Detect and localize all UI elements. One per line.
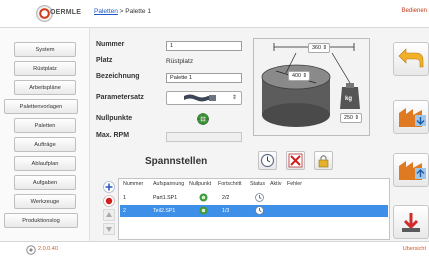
row-status-clock-icon [255,206,264,215]
sidebar-item-werkzeuge[interactable]: Werkzeuge [14,194,76,209]
weight-value: 250 [344,115,353,121]
breadcrumb-current: Palette 1 [125,8,151,15]
sidebar-item-auftraege[interactable]: Aufträge [14,137,76,152]
sidebar-item-arbeitsplaene[interactable]: Arbeitspläne [14,80,76,95]
width-value: 360 [312,45,321,51]
bezeichnung-label: Bezeichnung [96,73,140,80]
nullpunkte-label: Nullpunkte [96,115,133,122]
machine-load-icon [399,108,426,127]
row-fortschritt: 2/2 [222,195,230,201]
diameter-value: 400 [292,73,301,79]
bezeichnung-field[interactable]: Palette 1 [166,73,242,83]
table-row[interactable]: 1 Part1.SP1 2/2 [120,192,388,204]
column-header-fehler[interactable]: Fehler [287,181,302,187]
download-tray-icon [402,213,420,232]
table-row-selected[interactable]: 2 Teil2.SP1 1/3 [120,205,388,217]
spannstellen-title: Spannstellen [145,156,208,167]
platz-label: Platz [96,57,113,64]
download-button[interactable] [393,205,429,239]
column-header-fortschritt[interactable]: Fortschritt [218,181,242,187]
row-status-clock-icon [255,193,264,202]
sidebar-item-aufgaben[interactable]: Aufgaben [14,175,76,190]
unload-pallet-button[interactable] [393,153,429,187]
app-header: OERMLE Paletten > Palette 1 Bedienen [0,0,429,28]
column-header-aktiv[interactable]: Aktiv [270,181,281,187]
row-aufspannung: Part1.SP1 [153,195,178,201]
load-pallet-button[interactable] [393,100,429,134]
reset-counter-button[interactable] [258,151,277,170]
machine-unload-icon [399,161,426,180]
sidebar: System Rüstplatz Arbeitspläne Palettenvo… [0,28,90,241]
weight-unit-label: kg [345,96,353,102]
parametersatz-select-arrow: ⇕ [231,95,237,101]
add-row-plus-icon[interactable] [103,181,115,193]
weight-spin-arrows: ⇕ [354,115,360,121]
diameter-spinner[interactable]: 400 ⇕ [288,71,310,81]
sidebar-item-produktionslog[interactable]: Produktionslog [4,213,78,228]
sidebar-item-system[interactable]: System [14,42,76,57]
row-fortschritt: 1/3 [222,208,230,214]
pallet-dimension-visual: 360 ⇕ 400 ⇕ kg 250 ⇕ [253,38,370,136]
sidebar-item-palettenvorlagen[interactable]: Palettenvorlagen [4,99,78,114]
breadcrumb-link-paletten[interactable]: Paletten [94,8,118,15]
column-header-nullpunkt[interactable]: Nullpunkt [189,181,211,187]
diameter-spin-arrows: ⇕ [302,73,308,79]
remove-row-icon[interactable] [103,195,115,207]
column-header-aufspannung[interactable]: Aufspannung [153,181,184,187]
spindle-tool-icon [184,94,216,102]
row-aufspannung: Teil2.SP1 [153,208,176,214]
company-logo: OERMLE [36,5,84,22]
status-target-icon [26,245,36,255]
delete-spannstelle-button[interactable] [286,151,305,170]
width-spin-arrows: ⇕ [322,45,328,51]
column-header-status[interactable]: Status [250,181,265,187]
maxrpm-field[interactable] [166,132,242,142]
logo-text: OERMLE [50,9,82,16]
move-row-down-icon[interactable] [103,223,115,235]
row-nullpunkt-icon [199,206,208,215]
spannstellen-table: Nummer Aufspannung Nullpunkt Fortschritt… [118,178,390,240]
sidebar-item-paletten[interactable]: Paletten [14,118,76,133]
overview-link[interactable]: Ubersicht [403,246,426,252]
parametersatz-select[interactable]: ⇕ [166,91,242,105]
back-button[interactable] [393,42,429,76]
nummer-field[interactable]: 1 [166,41,242,51]
weight-spinner[interactable]: 250 ⇕ [340,113,362,123]
delete-x-icon [288,153,303,168]
row-nullpunkt-icon [199,193,208,202]
sidebar-item-ablaufplan[interactable]: Ablaufplan [14,156,76,171]
back-arrow-icon [398,48,424,68]
parametersatz-label: Parametersatz [96,94,144,101]
nullpunkt-target-icon[interactable] [197,113,209,125]
row-nummer: 1 [123,195,126,201]
counter-reset-icon [260,153,275,168]
lock-spannstelle-button[interactable] [314,151,333,170]
sidebar-item-ruestplatz[interactable]: Rüstplatz [14,61,76,76]
version-link[interactable]: 2.0.0.40 [38,246,58,252]
column-header-nummer[interactable]: Nummer [123,181,143,187]
platz-value: Rüstplatz [166,58,194,65]
row-nummer: 2 [123,208,126,214]
move-row-up-icon[interactable] [103,209,115,221]
app-footer: 2.0.0.40 Ubersicht [0,241,429,256]
bedienen-link[interactable]: Bedienen [402,8,427,14]
lock-icon [318,155,329,168]
maxrpm-label: Max. RPM [96,132,130,139]
nummer-label: Nummer [96,41,125,48]
width-spinner[interactable]: 360 ⇕ [308,43,330,53]
breadcrumb: Paletten > Palette 1 [94,8,151,15]
